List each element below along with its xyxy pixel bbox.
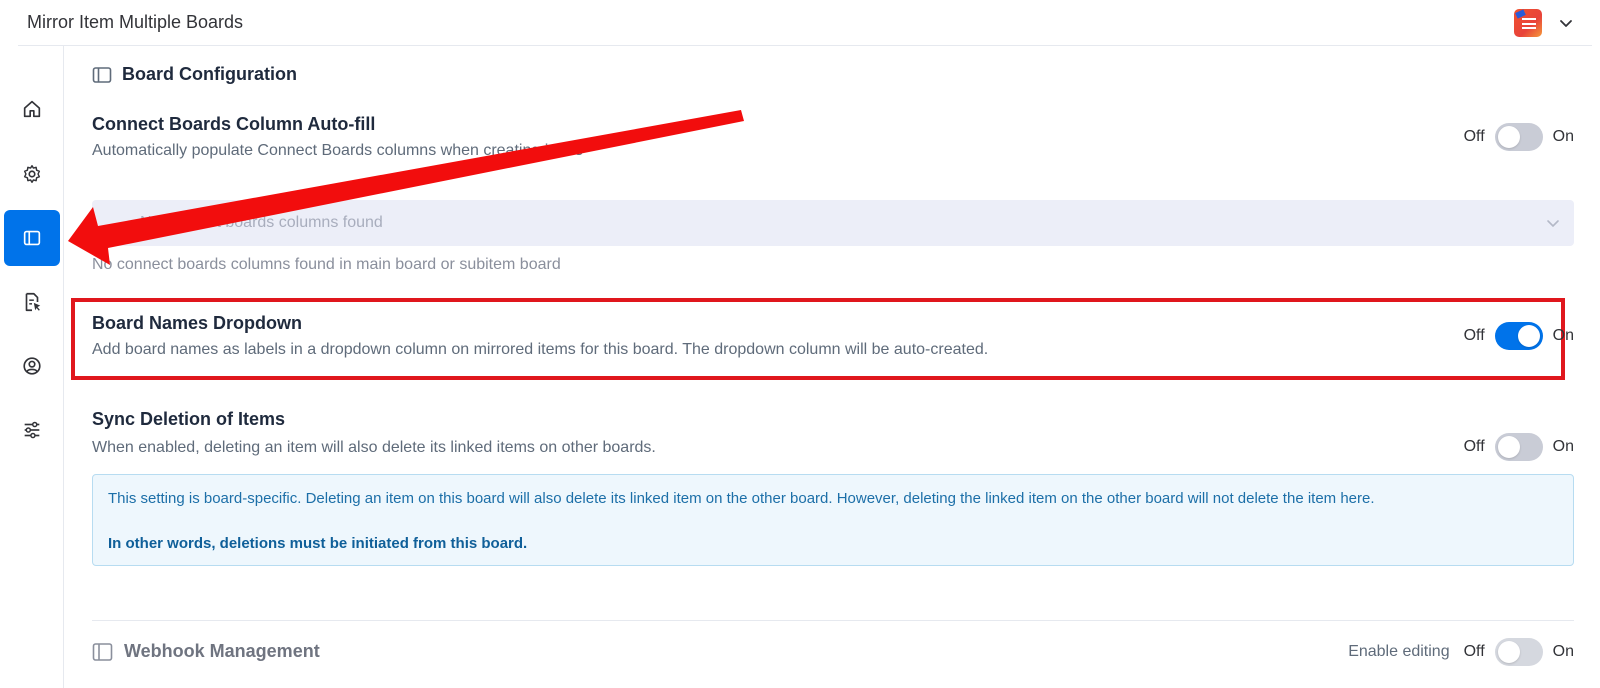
- toggle-on-label: On: [1552, 327, 1574, 344]
- sidebar-item-documents[interactable]: [4, 274, 60, 330]
- panel-icon: [23, 230, 41, 246]
- sidebar-item-settings[interactable]: [4, 146, 60, 202]
- sidebar-item-home[interactable]: [4, 81, 60, 137]
- webhook-toggle-row: Enable editing Off On: [1348, 638, 1574, 666]
- panel-icon: [92, 642, 113, 661]
- top-bar: Mirror Item Multiple Boards: [18, 0, 1592, 46]
- webhook-section-header: Webhook Management: [92, 641, 320, 662]
- toggle-off-label: Off: [1463, 128, 1485, 145]
- sidebar-item-account[interactable]: [4, 338, 60, 394]
- sidebar-item-board-configuration[interactable]: [4, 210, 60, 266]
- file-pointer-icon: [25, 292, 41, 312]
- section-header: Board Configuration: [92, 64, 297, 85]
- toggle-off-label: Off: [1463, 643, 1485, 660]
- connect-boards-column-select[interactable]: No connect boards columns found: [92, 200, 1574, 246]
- connect-boards-toggle[interactable]: [1494, 123, 1543, 151]
- chevron-down-icon[interactable]: [1558, 15, 1574, 31]
- board-names-title: Board Names Dropdown: [92, 313, 303, 333]
- sliders-icon: [24, 421, 40, 439]
- connect-boards-helper-text: No connect boards columns found in main …: [92, 256, 561, 273]
- sidebar-item-preferences[interactable]: [4, 402, 60, 458]
- gear-icon: [23, 165, 41, 183]
- info-text: This setting is board-specific. Deleting…: [108, 490, 1375, 507]
- webhook-title: Webhook Management: [124, 641, 320, 661]
- highlight-annotation: [71, 298, 1565, 380]
- sync-deletion-toggle[interactable]: [1494, 433, 1543, 461]
- connect-boards-description: Automatically populate Connect Boards co…: [92, 142, 583, 159]
- section-title: Board Configuration: [122, 64, 297, 84]
- connect-boards-title: Connect Boards Column Auto-fill: [92, 114, 376, 134]
- sidebar: [0, 46, 64, 688]
- toggle-off-label: Off: [1463, 327, 1485, 344]
- select-placeholder: No connect boards columns found: [140, 214, 383, 231]
- toggle-on-label: On: [1552, 438, 1574, 455]
- user-circle-icon: [23, 357, 41, 375]
- board-names-toggle[interactable]: [1494, 322, 1543, 350]
- board-names-toggle-row: Off On: [1464, 322, 1574, 350]
- toggle-on-label: On: [1552, 643, 1574, 660]
- app-title: Mirror Item Multiple Boards: [27, 12, 244, 32]
- toggle-on-label: On: [1552, 128, 1574, 145]
- panel-icon: [92, 66, 112, 83]
- toggle-off-label: Off: [1463, 438, 1485, 455]
- sync-deletion-description: When enabled, deleting an item will also…: [92, 439, 656, 456]
- main-content: Board Configuration Connect Boards Colum…: [71, 46, 1574, 688]
- sync-deletion-toggle-row: Off On: [1464, 433, 1574, 461]
- section-divider: [92, 620, 1574, 621]
- info-emphasis-text: In other words, deletions must be initia…: [108, 535, 528, 552]
- board-names-description: Add board names as labels in a dropdown …: [92, 341, 989, 358]
- home-icon: [23, 100, 41, 118]
- chevron-down-icon: [1547, 220, 1559, 228]
- webhook-edit-toggle[interactable]: [1494, 638, 1543, 666]
- sync-deletion-title: Sync Deletion of Items: [92, 409, 286, 429]
- connect-boards-toggle-row: Off On: [1464, 123, 1574, 151]
- app-logo-icon[interactable]: [1514, 9, 1542, 37]
- sync-deletion-info-box: This setting is board-specific. Deleting…: [92, 474, 1574, 566]
- enable-editing-label: Enable editing: [1348, 643, 1450, 660]
